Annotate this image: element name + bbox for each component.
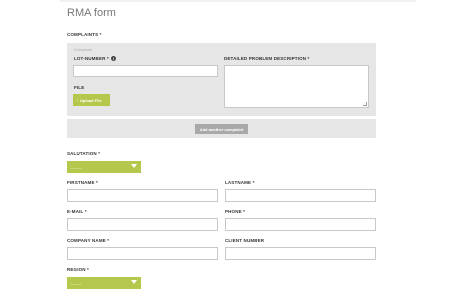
region-select[interactable]: --------- — [67, 277, 141, 289]
email-input[interactable] — [67, 218, 218, 231]
firstname-input[interactable] — [67, 189, 218, 202]
company-name-label: COMPANY NAME * — [67, 238, 110, 243]
lastname-label: LASTNAME * — [225, 180, 255, 185]
region-value: --------- — [70, 280, 82, 286]
salutation-select[interactable]: --------- — [67, 161, 141, 173]
problem-description-label: DETAILED PROBLEM DESCRIPTION * — [224, 56, 310, 61]
firstname-label: FIRSTNAME * — [67, 180, 98, 185]
lot-number-input[interactable] — [73, 65, 218, 77]
client-number-label: CLIENT NUMBER — [225, 238, 265, 243]
problem-description-textarea[interactable] — [224, 65, 369, 108]
client-number-input[interactable] — [225, 247, 376, 260]
complaints-section-label: COMPLAINTS * — [67, 32, 102, 37]
chevron-down-icon — [131, 280, 137, 284]
add-complaint-button[interactable]: Add another complaint — [195, 124, 248, 134]
email-label: E-MAIL * — [67, 209, 87, 214]
info-icon[interactable]: i — [111, 56, 116, 61]
salutation-value: --------- — [70, 164, 82, 170]
phone-input[interactable] — [225, 218, 376, 231]
resize-handle[interactable] — [363, 102, 367, 106]
company-name-input[interactable] — [67, 247, 218, 260]
top-divider — [60, 0, 416, 2]
complaint-small-label: Complaint — [74, 47, 93, 52]
lot-number-label: LOT-NUMBER * — [74, 56, 109, 61]
chevron-down-icon — [131, 164, 137, 168]
phone-label: PHONE * — [225, 209, 246, 214]
lastname-input[interactable] — [225, 189, 376, 202]
salutation-label: SALUTATION * — [67, 151, 101, 156]
file-label: FILE — [74, 85, 85, 90]
region-label: REGION * — [67, 267, 89, 272]
upload-file-label: Upload File — [80, 97, 102, 103]
upload-icon: ↑ — [76, 97, 78, 103]
upload-file-button[interactable]: ↑ Upload File — [73, 94, 110, 106]
page-title: RMA form — [67, 7, 116, 19]
